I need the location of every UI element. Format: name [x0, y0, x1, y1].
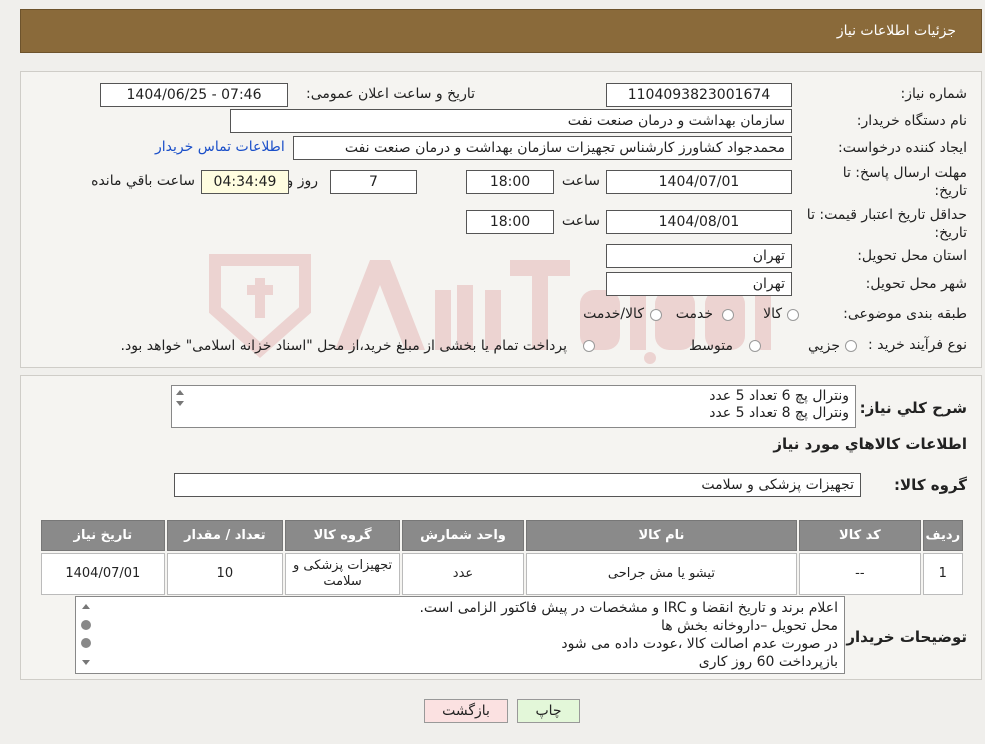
col-row-number: رديف	[922, 520, 963, 551]
buyer-note-line: محل تحویل –داروخانه بخش ها	[660, 618, 838, 634]
deadline-time-label: ساعت	[561, 173, 600, 189]
buyer-notes-label: توضیحات خریدار:	[840, 628, 967, 646]
summary-textarea[interactable]: ونترال پچ 6 تعداد 5 عدد ونترال پچ 8 تعدا…	[171, 385, 856, 428]
category-radio-goods-service[interactable]	[650, 309, 662, 321]
scroll-thumb[interactable]	[81, 638, 91, 648]
page-title: جزئیات اطلاعات نیاز	[836, 23, 956, 39]
validity-time-field: 18:00	[466, 210, 554, 234]
cell-need-date: 1404/07/01	[41, 553, 165, 595]
city-field: تهران	[606, 272, 792, 296]
purchase-type-label: نوع فرآیند خرید :	[868, 337, 967, 353]
col-quantity: تعداد / مقدار	[166, 520, 283, 551]
remaining-label: ساعت باقي مانده	[91, 173, 195, 189]
need-number-label: شماره نیاز:	[900, 86, 968, 102]
summary-line: ونترال پچ 6 تعداد 5 عدد	[709, 388, 849, 404]
buyer-note-line: بازپرداخت 60 روز کاری	[698, 654, 838, 670]
deadline-date-field: 1404/07/01	[606, 170, 792, 194]
category-radio-goods[interactable]	[787, 309, 799, 321]
summary-scrollbar[interactable]	[173, 387, 187, 426]
days-label: روز و	[286, 173, 319, 189]
need-number-field: 1104093823001674	[606, 83, 792, 107]
validity-label: حداقل تاریخ اعتبار قیمت: تا تاریخ:	[806, 207, 967, 241]
purchase-option-medium: متوسط	[689, 338, 733, 354]
category-option-goods: کالا	[763, 306, 782, 322]
buyer-note-line: در صورت عدم اصالت کالا ،عودت داده می شود	[561, 636, 838, 652]
purchase-note: پرداخت تمام یا بخشی از مبلغ خرید،از محل …	[120, 338, 567, 354]
cell-quantity: 10	[166, 553, 283, 595]
days-field: 7	[330, 170, 417, 194]
col-need-date: تاریخ نیاز	[41, 520, 165, 551]
back-button[interactable]: بازگشت	[424, 699, 508, 723]
page-header: جزئیات اطلاعات نیاز	[20, 9, 982, 53]
cell-goods-group: تجهیزات پزشکی و سلامت	[284, 553, 401, 595]
scroll-up-icon[interactable]	[82, 604, 90, 609]
goods-group-field: تجهیزات پزشکی و سلامت	[174, 473, 861, 497]
buyer-note-line: اعلام برند و تاریخ انقضا و IRC و مشخصات …	[419, 600, 838, 616]
buyer-contact-link[interactable]: اطلاعات تماس خریدار	[155, 139, 285, 155]
validity-date-field: 1404/08/01	[606, 210, 792, 234]
purchase-option-minor: جزيي	[808, 338, 840, 354]
scroll-down-icon[interactable]	[82, 660, 90, 665]
summary-line: ونترال پچ 8 تعداد 5 عدد	[709, 405, 849, 421]
scroll-thumb[interactable]	[81, 620, 91, 630]
goods-section-title: اطلاعات کالاهاي مورد نیاز	[773, 435, 967, 453]
cell-unit: عدد	[402, 553, 524, 595]
purchase-radio-minor[interactable]	[845, 340, 857, 352]
buyer-notes-textarea[interactable]: اعلام برند و تاریخ انقضا و IRC و مشخصات …	[75, 596, 845, 674]
province-label: استان محل تحویل:	[857, 248, 967, 264]
summary-label: شرح کلي نیاز:	[859, 399, 967, 417]
scroll-down-icon[interactable]	[176, 401, 184, 406]
notes-scrollbar[interactable]	[77, 598, 95, 672]
print-button[interactable]: چاپ	[517, 699, 580, 723]
deadline-time-field: 18:00	[466, 170, 554, 194]
remaining-time-field: 04:34:49	[201, 170, 289, 194]
city-label: شهر محل تحویل:	[865, 276, 967, 292]
purchase-radio-medium[interactable]	[749, 340, 761, 352]
scroll-up-icon[interactable]	[176, 390, 184, 395]
category-option-goods-service: کالا/خدمت	[583, 306, 644, 322]
col-unit: واحد شمارش	[402, 520, 524, 551]
category-radio-service[interactable]	[722, 309, 734, 321]
province-field: تهران	[606, 244, 792, 268]
cell-goods-code: --	[799, 553, 921, 595]
cell-row-number: 1	[922, 553, 963, 595]
cell-goods-name: تیشو یا مش جراحی	[525, 553, 798, 595]
table-row[interactable]: 1 -- تیشو یا مش جراحی عدد تجهیزات پزشکی …	[41, 553, 963, 595]
category-label: طبقه بندی موضوعی:	[843, 306, 967, 322]
buyer-org-field: سازمان بهداشت و درمان صنعت نفت	[230, 109, 792, 133]
col-goods-name: نام کالا	[525, 520, 798, 551]
col-goods-code: کد کالا	[799, 520, 921, 551]
goods-group-label: گروه کالا:	[894, 476, 967, 494]
items-table: رديف کد کالا نام کالا واحد شمارش گروه کا…	[39, 518, 965, 597]
validity-time-label: ساعت	[561, 213, 600, 229]
table-header-row: رديف کد کالا نام کالا واحد شمارش گروه کا…	[41, 520, 963, 551]
deadline-label: مهلت ارسال پاسخ: تا تاریخ:	[842, 165, 967, 199]
announce-datetime-field: 1404/06/25 - 07:46	[100, 83, 288, 107]
buyer-org-label: نام دستگاه خریدار:	[856, 113, 967, 129]
category-option-service: خدمت	[675, 306, 713, 322]
creator-field: محمدجواد کشاورز کارشناس تجهیزات سازمان ب…	[293, 136, 792, 160]
col-goods-group: گروه کالا	[284, 520, 401, 551]
creator-label: ایجاد کننده درخواست:	[838, 140, 967, 156]
announce-label: تاریخ و ساعت اعلان عمومی:	[306, 86, 475, 102]
treasury-checkbox[interactable]	[583, 340, 595, 352]
